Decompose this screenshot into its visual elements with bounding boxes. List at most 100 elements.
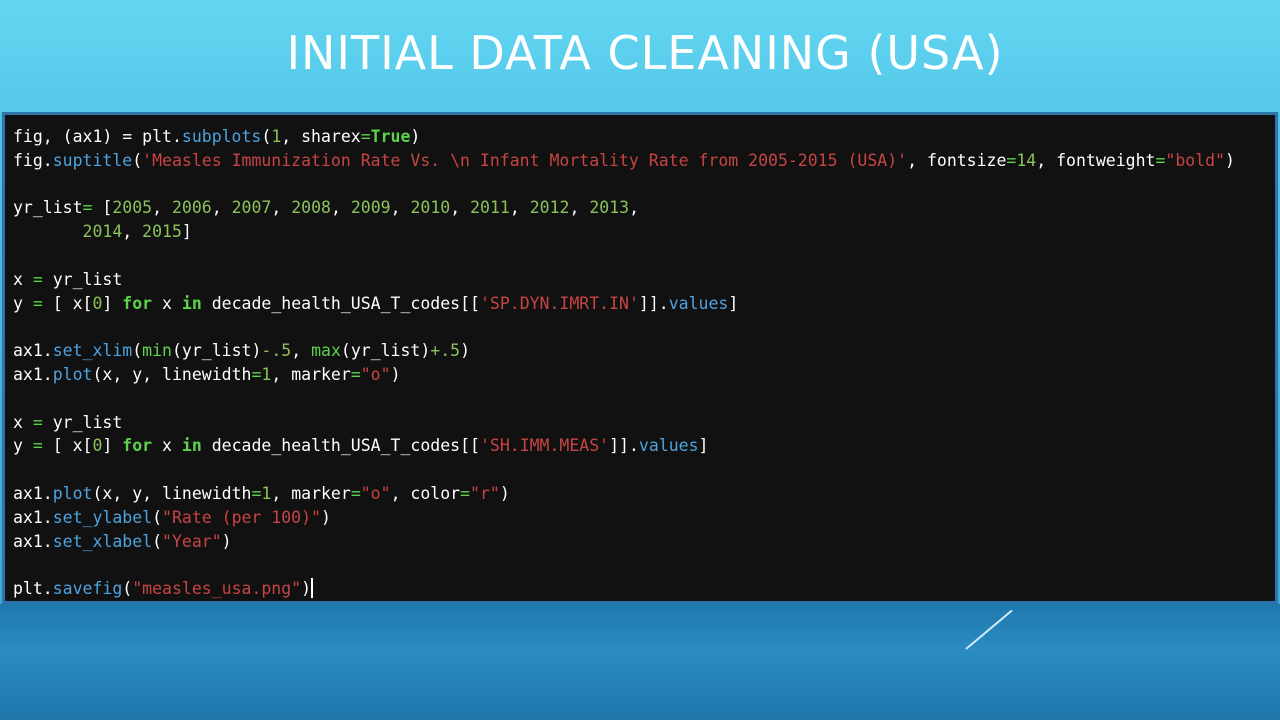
code-token: min [142,341,172,361]
code-token: 2015 [142,222,182,242]
code-token: "measles_usa.png" [132,579,302,599]
code-token: ax1. [13,507,53,527]
code-token: , [390,198,411,218]
code-token: , [509,198,530,218]
code-line[interactable]: ax1.plot(x, y, linewidth=1, marker="o", … [13,482,1280,506]
code-token: plot [52,364,93,384]
code-token: = [360,127,371,146]
code-token: 2005 [112,198,153,218]
code-token: = [1006,150,1017,170]
code-token: 0 [92,436,103,456]
code-line[interactable]: y = [ x[0] for x in decade_health_USA_T_… [13,292,1280,316]
code-token: y [13,293,33,313]
code-line[interactable] [13,315,1280,339]
code-token: , marker [271,483,351,503]
code-line[interactable]: plt.savefig("measles_usa.png") [13,577,1280,601]
code-token: 14 [1016,150,1037,170]
code-token: ) [301,579,312,599]
code-line[interactable] [13,458,1280,482]
code-token: [ [92,198,113,218]
code-token: ( [152,507,163,527]
code-token: = [1155,150,1166,170]
code-block[interactable]: fig, (ax1) = plt.subplots(1, sharex=True… [13,125,1280,601]
code-line[interactable]: fig, (ax1) = plt.subplots(1, sharex=True… [13,125,1280,149]
code-token: ]]. [609,436,639,456]
code-token: 2007 [231,198,272,218]
code-token: 'Measles Immunization Rate Vs. \n Infant… [142,150,908,170]
code-token: [ x[ [42,293,93,313]
code-token: ] [728,293,739,313]
code-token: yr_list [13,198,83,218]
code-token: = [460,483,471,503]
code-line[interactable]: x = yr_list [13,411,1280,435]
code-token: = [32,269,43,289]
code-token: , [569,198,590,218]
code-line[interactable]: ax1.plot(x, y, linewidth=1, marker="o") [13,363,1280,387]
code-token: ax1. [13,341,53,361]
code-token: for [122,293,153,313]
code-token: = [82,198,93,218]
code-token: suptitle [52,150,133,170]
code-token: (x, y, linewidth [92,483,252,503]
code-line[interactable]: fig.suptitle('Measles Immunization Rate … [13,149,1280,173]
code-line[interactable] [13,244,1280,268]
code-token: , [291,341,312,361]
code-token: ] [698,436,709,456]
code-token: "Rate (per 100)" [162,507,321,527]
code-token: 1 [261,483,272,503]
code-line[interactable] [13,553,1280,577]
code-token: ) [320,507,331,527]
code-line[interactable]: yr_list= [2005, 2006, 2007, 2008, 2009, … [13,196,1280,220]
code-token: ]]. [638,293,669,313]
code-editor-panel[interactable]: fig, (ax1) = plt.subplots(1, sharex=True… [2,112,1278,604]
code-token: ax1. [13,531,53,551]
code-token: "o" [360,364,391,384]
code-token: = [251,364,262,384]
code-token: [ x[ [42,436,93,456]
code-token: ) [1225,150,1235,170]
code-line[interactable]: ax1.set_xlabel("Year") [13,530,1280,554]
code-token: 1 [261,364,272,384]
code-token: ) [390,364,401,384]
code-line[interactable] [13,173,1280,197]
code-token: "Year" [162,531,222,551]
code-token: +.5 [430,341,461,361]
code-token: , fontweight [1036,150,1156,170]
code-token: 2011 [470,198,510,218]
code-token: x [152,293,182,313]
code-token: yr_list [42,269,123,289]
code-token: values [668,293,729,313]
code-token: 2006 [171,198,212,218]
code-token: -.5 [261,341,292,361]
code-token: = [251,483,262,503]
code-token: = [32,436,43,456]
code-token: 0 [92,293,103,313]
code-line[interactable]: ax1.set_ylabel("Rate (per 100)") [13,506,1280,530]
code-token: "bold" [1165,150,1225,170]
code-line[interactable]: ax1.set_xlim(min(yr_list)-.5, max(yr_lis… [13,339,1280,363]
code-token: fig, (ax1) = plt. [13,127,182,146]
code-token: True [370,127,411,146]
code-token: , [152,198,172,218]
code-token: ] [181,222,192,242]
code-token: ( [122,579,133,599]
code-token: 1 [271,127,282,146]
code-token: , sharex [281,127,361,146]
code-line[interactable]: 2014, 2015] [13,220,1280,244]
code-token: plt. [13,579,53,599]
code-line[interactable]: x = yr_list [13,268,1280,292]
code-line[interactable]: y = [ x[0] for x in decade_health_USA_T_… [13,434,1280,458]
code-token: ) [499,483,510,503]
code-line[interactable] [13,387,1280,411]
code-token: ] [102,293,123,313]
code-token: set_xlabel [52,531,153,551]
code-token: ( [261,127,272,146]
code-token: y [13,436,33,456]
code-token: 2008 [291,198,331,218]
code-token: (yr_list) [171,341,262,361]
code-token: in [181,293,202,313]
text-cursor [311,578,314,599]
code-token: yr_list [42,412,123,432]
code-token: , [211,198,232,218]
code-token: 2013 [589,198,630,218]
